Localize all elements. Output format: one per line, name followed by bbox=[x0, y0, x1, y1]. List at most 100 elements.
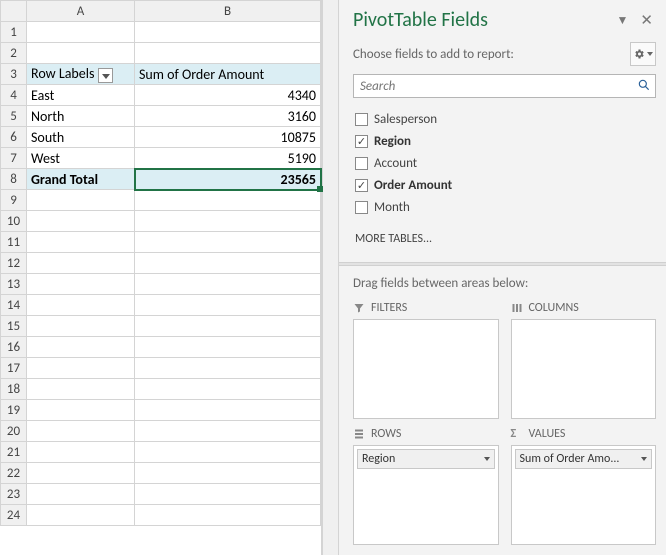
field-item[interactable]: Order Amount bbox=[353, 174, 656, 196]
row-header[interactable]: 2 bbox=[1, 43, 27, 64]
row-header[interactable]: 18 bbox=[1, 379, 27, 400]
grand-total-value[interactable]: 23565 bbox=[135, 169, 321, 190]
row-header[interactable]: 10 bbox=[1, 211, 27, 232]
row-header[interactable]: 16 bbox=[1, 337, 27, 358]
cell[interactable] bbox=[135, 274, 321, 295]
values-dropzone[interactable]: Sum of Order Amo... bbox=[511, 445, 657, 545]
row-header[interactable]: 14 bbox=[1, 295, 27, 316]
checkbox[interactable] bbox=[355, 135, 368, 148]
cell[interactable] bbox=[27, 400, 135, 421]
cell[interactable]: West bbox=[27, 148, 135, 169]
checkbox[interactable] bbox=[355, 179, 368, 192]
cell[interactable] bbox=[135, 484, 321, 505]
filters-dropzone[interactable] bbox=[353, 319, 499, 419]
cell[interactable]: East bbox=[27, 85, 135, 106]
cell[interactable] bbox=[135, 316, 321, 337]
row-header[interactable]: 1 bbox=[1, 22, 27, 43]
cell[interactable] bbox=[27, 316, 135, 337]
row-header[interactable]: 6 bbox=[1, 127, 27, 148]
col-header-A[interactable]: A bbox=[27, 1, 135, 22]
row-header[interactable]: 23 bbox=[1, 484, 27, 505]
select-all-corner[interactable] bbox=[1, 1, 27, 22]
row-header[interactable]: 22 bbox=[1, 463, 27, 484]
cell[interactable] bbox=[27, 274, 135, 295]
cell[interactable]: 5190 bbox=[135, 148, 321, 169]
cell[interactable] bbox=[135, 358, 321, 379]
row-header[interactable]: 17 bbox=[1, 358, 27, 379]
cell[interactable] bbox=[27, 358, 135, 379]
cell[interactable] bbox=[135, 232, 321, 253]
cell[interactable] bbox=[135, 190, 321, 211]
cell[interactable] bbox=[135, 211, 321, 232]
field-item[interactable]: Salesperson bbox=[353, 108, 656, 130]
row-header[interactable]: 11 bbox=[1, 232, 27, 253]
cell[interactable]: Row Labels bbox=[27, 64, 135, 85]
vertical-scrollbar[interactable] bbox=[322, 0, 338, 555]
search-input[interactable] bbox=[353, 74, 656, 98]
row-header[interactable]: 4 bbox=[1, 85, 27, 106]
cell[interactable] bbox=[135, 253, 321, 274]
cell[interactable] bbox=[27, 295, 135, 316]
field-item[interactable]: Account bbox=[353, 152, 656, 174]
cell[interactable]: 10875 bbox=[135, 127, 321, 148]
cell[interactable] bbox=[27, 484, 135, 505]
cell[interactable]: 4340 bbox=[135, 85, 321, 106]
cell[interactable] bbox=[135, 463, 321, 484]
cell[interactable] bbox=[27, 22, 135, 43]
cell[interactable] bbox=[27, 43, 135, 64]
grand-total-label[interactable]: Grand Total bbox=[27, 169, 135, 190]
filter-dropdown-button[interactable] bbox=[98, 68, 113, 83]
cell[interactable] bbox=[27, 379, 135, 400]
close-icon[interactable]: ✕ bbox=[637, 9, 656, 32]
field-item[interactable]: Month bbox=[353, 196, 656, 218]
row-header[interactable]: 13 bbox=[1, 274, 27, 295]
cell[interactable] bbox=[135, 505, 321, 526]
checkbox[interactable] bbox=[355, 201, 368, 214]
row-header[interactable]: 7 bbox=[1, 148, 27, 169]
cell[interactable]: North bbox=[27, 106, 135, 127]
zone-field[interactable]: Region bbox=[357, 449, 495, 469]
columns-dropzone[interactable] bbox=[511, 319, 657, 419]
cell[interactable] bbox=[27, 253, 135, 274]
cell[interactable] bbox=[27, 211, 135, 232]
cell[interactable] bbox=[135, 400, 321, 421]
row-header[interactable]: 12 bbox=[1, 253, 27, 274]
cell[interactable] bbox=[135, 421, 321, 442]
row-header[interactable]: 5 bbox=[1, 106, 27, 127]
dropdown-icon[interactable]: ▼ bbox=[614, 11, 632, 30]
field-item[interactable]: Region bbox=[353, 130, 656, 152]
row-header[interactable]: 24 bbox=[1, 505, 27, 526]
cell[interactable] bbox=[27, 505, 135, 526]
search-icon[interactable] bbox=[637, 78, 651, 96]
cell[interactable] bbox=[135, 295, 321, 316]
value-column-header[interactable]: Sum of Order Amount bbox=[135, 64, 321, 85]
rows-dropzone[interactable]: Region bbox=[353, 445, 499, 545]
pane-splitter[interactable] bbox=[339, 262, 666, 266]
cell[interactable] bbox=[27, 190, 135, 211]
cell[interactable] bbox=[27, 337, 135, 358]
cell[interactable] bbox=[135, 22, 321, 43]
row-header[interactable]: 9 bbox=[1, 190, 27, 211]
cell[interactable] bbox=[27, 421, 135, 442]
row-header[interactable]: 19 bbox=[1, 400, 27, 421]
col-header-B[interactable]: B bbox=[135, 1, 321, 22]
cell[interactable] bbox=[135, 379, 321, 400]
zone-field[interactable]: Sum of Order Amo... bbox=[515, 449, 653, 469]
cell[interactable] bbox=[135, 43, 321, 64]
checkbox[interactable] bbox=[355, 157, 368, 170]
row-header[interactable]: 3 bbox=[1, 64, 27, 85]
checkbox[interactable] bbox=[355, 113, 368, 126]
cell[interactable]: 3160 bbox=[135, 106, 321, 127]
more-tables-link[interactable]: MORE TABLES... bbox=[355, 232, 656, 246]
cell[interactable] bbox=[135, 442, 321, 463]
cell[interactable]: South bbox=[27, 127, 135, 148]
grid[interactable]: A B 123Row LabelsSum of Order Amount4Eas… bbox=[0, 0, 321, 526]
cell[interactable] bbox=[27, 442, 135, 463]
row-header[interactable]: 21 bbox=[1, 442, 27, 463]
cell[interactable] bbox=[27, 463, 135, 484]
cell[interactable] bbox=[27, 232, 135, 253]
row-header[interactable]: 15 bbox=[1, 316, 27, 337]
row-header[interactable]: 20 bbox=[1, 421, 27, 442]
tools-button[interactable] bbox=[630, 42, 656, 66]
row-header[interactable]: 8 bbox=[1, 169, 27, 190]
